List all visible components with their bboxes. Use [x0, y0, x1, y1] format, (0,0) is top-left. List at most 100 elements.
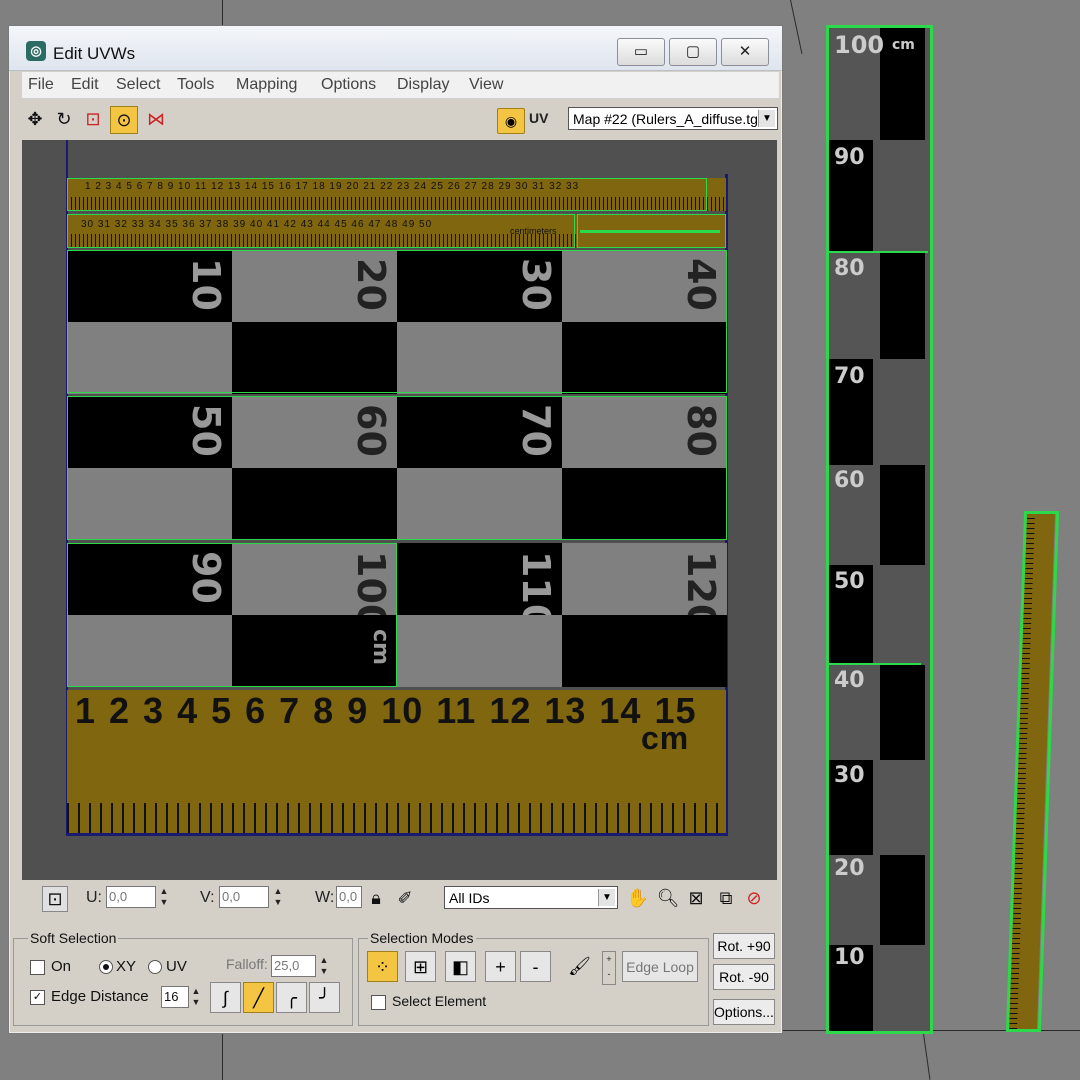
edge-loop-button[interactable]: Edge Loop — [622, 951, 698, 982]
rotate-minus-90-button[interactable]: Rot. -90 — [713, 964, 775, 990]
selection-modes-panel: Selection Modes ⁘ ⊞ ◧ + - 🖌︎ + - Edge Loo… — [358, 930, 709, 1026]
selection-edge — [828, 663, 921, 665]
falloff-label: Falloff: — [226, 956, 268, 972]
viewport-guide-line — [922, 1030, 931, 1080]
menu-tools[interactable]: Tools — [177, 76, 214, 94]
menu-select[interactable]: Select — [116, 76, 160, 94]
zoom-icon[interactable]: 🔍︎ — [656, 886, 680, 910]
falloff-fast-icon[interactable]: ╯ — [309, 982, 340, 1013]
uv-radio[interactable] — [148, 960, 162, 974]
menu-view[interactable]: View — [469, 76, 503, 94]
falloff-field[interactable]: 25,0 — [271, 955, 316, 977]
move-icon[interactable]: ✥ — [22, 106, 48, 132]
main-toolbar: ✥ ↻ ⊡ ⊙ ⋈ ◉ UV Map #22 (Rulers_A_diffuse… — [22, 102, 779, 136]
grow-selection-button[interactable]: + — [485, 951, 516, 982]
uv-radio-label: UV — [166, 958, 187, 975]
window-title: Edit UVWs — [53, 44, 136, 63]
map-select-value: Map #22 (Rulers_A_diffuse.tg — [573, 111, 758, 127]
absolute-offset-icon[interactable]: ⊡ — [42, 886, 68, 912]
edge-distance-label: Edge Distance — [51, 988, 149, 1005]
uv-label: UV — [529, 110, 549, 126]
freeform-icon[interactable]: ⊙ — [110, 106, 138, 134]
soft-selection-title: Soft Selection — [28, 930, 119, 946]
edge-distance-spinner[interactable]: ▲ ▼ — [190, 986, 202, 1008]
vertex-mode-icon[interactable]: ⁘ — [367, 951, 398, 982]
xy-radio[interactable] — [99, 960, 113, 974]
uv-shell-outline — [67, 214, 575, 248]
selection-modes-title: Selection Modes — [368, 930, 476, 946]
maximize-button[interactable]: ▢ — [669, 38, 717, 66]
zoom-extents-icon[interactable]: ⧉ — [714, 886, 738, 910]
selection-outline — [826, 25, 933, 1034]
v-label: V: — [200, 889, 215, 906]
falloff-linear-icon[interactable]: ╱ — [243, 982, 274, 1013]
edge-distance-checkbox[interactable]: ✓ — [30, 990, 45, 1005]
minimize-button[interactable]: ▭ — [617, 38, 665, 66]
title-bar[interactable]: ◎ Edit UVWs ▭ ▢ ✕ — [9, 26, 782, 71]
ids-select[interactable]: All IDs ▼ — [444, 886, 618, 909]
close-button[interactable]: ✕ — [721, 38, 769, 66]
selection-edge — [828, 251, 928, 253]
chevron-down-icon[interactable]: ▼ — [598, 889, 615, 906]
pan-hand-icon[interactable]: ✋ — [626, 886, 650, 910]
edit-uvws-window: ◎ Edit UVWs ▭ ▢ ✕ File Edit Select Tools… — [8, 25, 783, 1034]
checker-map-icon[interactable]: ◉ — [497, 108, 525, 134]
menu-bar: File Edit Select Tools Mapping Options D… — [22, 72, 779, 99]
texture-ruler-large: 1 2 3 4 5 6 7 8 9 10 11 12 13 14 15 cm — [67, 690, 726, 833]
selection-outline — [1005, 511, 1060, 1032]
pencil-icon[interactable]: ✐ — [393, 886, 417, 910]
app-icon: ◎ — [26, 41, 46, 61]
uv-shell-outline — [67, 178, 707, 211]
xy-label: XY — [116, 958, 137, 975]
zoom-region-icon[interactable]: ⊠ — [684, 886, 708, 910]
soft-selection-on-checkbox[interactable] — [30, 960, 45, 975]
select-element-label: Select Element — [392, 993, 487, 1009]
uv-editor-viewport[interactable]: 1 2 3 4 5 6 7 8 9 10 11 12 13 14 15 16 1… — [22, 140, 777, 880]
v-spinner[interactable]: ▲ ▼ — [272, 886, 284, 908]
mirror-icon[interactable]: ⋈ — [143, 106, 169, 132]
ids-select-value: All IDs — [449, 890, 490, 906]
v-field[interactable]: 0,0 — [219, 886, 269, 908]
edge-mode-icon[interactable]: ⊞ — [405, 951, 436, 982]
u-spinner[interactable]: ▲ ▼ — [158, 886, 170, 908]
scale-icon[interactable]: ⊡ — [80, 106, 106, 132]
uv-shell-outline — [67, 396, 727, 540]
menu-options[interactable]: Options — [321, 76, 376, 94]
rotate-plus-90-button[interactable]: Rot. +90 — [713, 933, 775, 959]
falloff-spinner[interactable]: ▲ ▼ — [318, 955, 330, 977]
shrink-selection-button[interactable]: - — [520, 951, 551, 982]
uv-coordinate-bar: ⊡ U: 0,0 ▲ ▼ V: 0,0 ▲ ▼ W: 0,0 🔒︎ ✐ All ID… — [22, 882, 779, 914]
falloff-smooth-icon[interactable]: ∫ — [210, 982, 241, 1013]
edge-distance-field[interactable]: 16 — [161, 986, 189, 1008]
filter-icon[interactable]: ⊘ — [742, 886, 766, 910]
u-label: U: — [86, 889, 102, 906]
viewport-guide-line — [790, 0, 803, 54]
big-ruler-unit: cm — [641, 720, 690, 756]
viewport-guide-line — [222, 0, 223, 25]
rotate-icon[interactable]: ↻ — [51, 106, 77, 132]
select-element-checkbox[interactable] — [371, 995, 386, 1010]
uv-shell-outline — [67, 250, 727, 393]
options-button[interactable]: Options... — [713, 999, 775, 1025]
uv-shell-outline — [67, 543, 397, 687]
uv-border-line — [66, 833, 727, 836]
on-label: On — [51, 958, 72, 975]
u-field[interactable]: 0,0 — [106, 886, 156, 908]
menu-edit[interactable]: Edit — [71, 76, 99, 94]
paint-select-icon[interactable]: 🖌︎ — [564, 951, 595, 982]
soft-selection-panel: Soft Selection On XY UV Falloff: 25,0 ▲ ▼… — [13, 930, 353, 1026]
viewport-guide-line — [222, 1032, 223, 1080]
lock-icon[interactable]: 🔒︎ — [364, 886, 388, 910]
menu-display[interactable]: Display — [397, 76, 449, 94]
w-field[interactable]: 0,0 — [336, 886, 362, 908]
menu-mapping[interactable]: Mapping — [236, 76, 297, 94]
paint-size-spinner[interactable]: + - — [602, 951, 616, 985]
falloff-slow-icon[interactable]: ╭ — [276, 982, 307, 1013]
face-mode-icon[interactable]: ◧ — [445, 951, 476, 982]
uv-edge — [580, 230, 720, 233]
map-select[interactable]: Map #22 (Rulers_A_diffuse.tg ▼ — [568, 107, 778, 130]
big-ruler-numbers: 1 2 3 4 5 6 7 8 9 10 11 12 13 14 15 — [75, 690, 697, 731]
w-label: W: — [315, 889, 335, 906]
chevron-down-icon[interactable]: ▼ — [758, 110, 775, 127]
menu-file[interactable]: File — [28, 76, 54, 94]
